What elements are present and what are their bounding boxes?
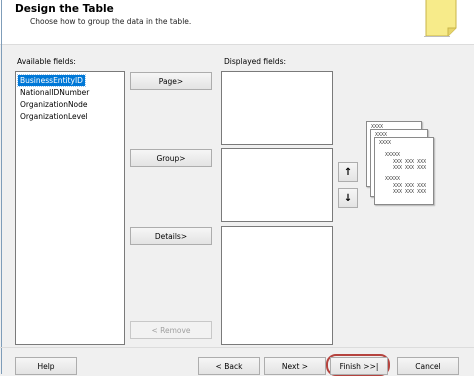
preview-card-front: XXXX XXXXX XXX XXX XXX XXX XXX XXX XXXXX… [374,137,434,205]
next-button[interactable]: Next > [264,357,326,375]
field-item-national-id-number[interactable]: NationalIDNumber [18,87,91,98]
back-button[interactable]: < Back [198,357,260,375]
remove-button[interactable]: < Remove [130,321,212,339]
finish-button[interactable]: Finish >>| [330,357,388,375]
available-fields-label: Available fields: [17,57,76,66]
preview-detail-text: XXX XXX XXX [393,165,427,171]
help-button[interactable]: Help [15,357,77,375]
preview-header-text: XXXX [379,140,392,146]
footer-divider [0,347,474,348]
preview-group-text: XXXXX [385,176,401,182]
available-fields-list[interactable]: BusinessEntityID NationalIDNumber Organi… [15,71,125,345]
displayed-fields-label: Displayed fields: [224,57,287,66]
details-fields-list[interactable] [221,226,333,345]
details-button[interactable]: Details> [130,227,212,245]
page-subtitle: Choose how to group the data in the tabl… [30,17,192,26]
group-fields-list[interactable] [221,148,333,222]
move-up-button[interactable]: ↑ [338,162,358,182]
page-button[interactable]: Page> [130,72,212,90]
page-fields-list[interactable] [221,71,333,145]
field-item-business-entity-id[interactable]: BusinessEntityID [17,74,86,87]
window-left-border [1,0,2,374]
preview-detail-text: XXX XXX XXX [393,189,427,195]
group-button[interactable]: Group> [130,149,212,167]
field-item-organization-level[interactable]: OrganizationLevel [18,111,90,122]
preview-group-text: XXXXX [385,152,401,158]
field-item-organization-node[interactable]: OrganizationNode [18,99,90,110]
page-title: Design the Table [15,3,114,15]
cancel-button[interactable]: Cancel [397,357,459,375]
sticky-note-icon [420,0,462,40]
move-down-button[interactable]: ↓ [338,188,358,208]
arrow-up-icon: ↑ [343,166,353,178]
wizard-header: Design the Table Choose how to group the… [0,0,474,45]
arrow-down-icon: ↓ [343,192,353,204]
